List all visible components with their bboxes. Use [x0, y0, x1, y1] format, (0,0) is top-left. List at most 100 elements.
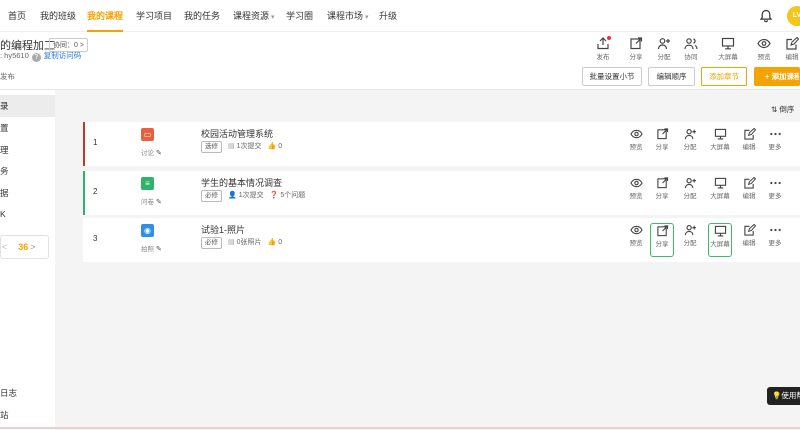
activity-stat-text: 5个问题 — [280, 192, 306, 199]
sidebar-item-site[interactable]: 站 — [0, 404, 55, 426]
add-chapter-button[interactable]: 添加章节 — [701, 67, 747, 86]
nav-my-courses[interactable]: 我的课程 — [87, 0, 124, 32]
row-index: 3 — [93, 234, 98, 243]
activity-stat: ▤ 0张照片 — [228, 239, 262, 246]
requirement-tag: 选修 — [201, 141, 222, 153]
pager-prev-button[interactable]: < — [2, 242, 7, 252]
row-assign-button[interactable]: 分配 — [678, 177, 702, 200]
header-publish-button[interactable]: 发布 — [590, 36, 616, 61]
row-bigscreen-button[interactable]: 大屏幕 — [708, 128, 732, 151]
row-accent-bar — [83, 122, 85, 166]
row-bigscreen-button[interactable]: 大屏幕 — [708, 223, 732, 257]
header-share-button[interactable]: 分享 — [623, 37, 649, 61]
header-tool-label: 协同 — [684, 54, 698, 61]
activity-row[interactable]: 3 ◉ 拍照 ✎ 试验1-照片 必修 ▤ 0张照片 👍 0 预览 分享 分配 大屏幕 编辑 更多 — [83, 218, 800, 262]
pager-next-button[interactable]: > — [30, 242, 35, 252]
sidebar-item-directory[interactable]: 录 — [0, 95, 55, 117]
header-collab-button[interactable]: 协同 — [678, 37, 704, 61]
batch-set-sections-button[interactable]: 批量设置小节 — [582, 67, 642, 86]
row-edit-button[interactable]: 编辑 — [737, 224, 761, 247]
sidebar-item-log[interactable]: 日志 — [0, 382, 55, 404]
nav-my-classes[interactable]: 我的班级 — [40, 0, 76, 32]
row-action-label: 更多 — [768, 144, 782, 151]
share-icon — [656, 177, 668, 189]
row-action-label: 分配 — [683, 193, 697, 200]
pencil-icon[interactable]: ✎ — [156, 198, 162, 206]
row-more-button[interactable]: 更多 — [763, 224, 787, 247]
add-activity-button[interactable]: + 添加课程 — [754, 67, 800, 86]
activity-stat-text: 0 — [278, 239, 283, 246]
row-assign-button[interactable]: 分配 — [678, 128, 702, 151]
activity-stat-text: 0 — [278, 143, 283, 150]
activity-row[interactable]: 2 ≡ 问卷 ✎ 学生的基本情况调查 必修 👤 1次提交 ❓ 5个问题 预览 分享 分配 大屏幕 编辑 更多 — [83, 171, 800, 215]
sidebar-item-data[interactable]: 据 — [0, 182, 55, 204]
nav-my-tasks[interactable]: 我的任务 — [184, 0, 220, 32]
row-action-label: 分配 — [683, 144, 697, 151]
header-bigscreen-button[interactable]: 大屏幕 — [715, 37, 741, 61]
header-preview-button[interactable]: 预览 — [751, 37, 777, 61]
row-index: 2 — [93, 187, 98, 196]
nav-home[interactable]: 首页 — [8, 0, 26, 32]
eye-icon — [629, 129, 643, 139]
activity-type-label: 问卷 — [141, 199, 154, 206]
nav-course-resources[interactable]: 课程资源 ▾ — [233, 0, 275, 32]
row-action-label: 更多 — [768, 193, 782, 200]
activity-meta: 必修 ▤ 0张照片 👍 0 — [201, 237, 288, 249]
header-tool-label: 发布 — [596, 54, 610, 61]
row-action-label: 大屏幕 — [710, 144, 730, 151]
row-share-button[interactable]: 分享 — [650, 223, 674, 257]
row-share-button[interactable]: 分享 — [650, 128, 674, 151]
header-assign-button[interactable]: 分配 — [651, 37, 677, 61]
nav-projects[interactable]: 学习项目 — [136, 0, 172, 32]
requirement-tag: 必修 — [201, 237, 222, 249]
row-action-label: 预览 — [629, 193, 643, 200]
row-edit-button[interactable]: 编辑 — [737, 177, 761, 200]
sidebar-item-settings[interactable]: 置 — [0, 117, 55, 139]
activity-name[interactable]: 试验1-照片 — [201, 223, 245, 236]
screen-icon — [714, 128, 726, 140]
header-tool-label: 编辑 — [785, 54, 799, 61]
row-edit-button[interactable]: 编辑 — [737, 128, 761, 151]
row-assign-button[interactable]: 分配 — [678, 224, 702, 247]
activity-type-label: 拍照 — [141, 246, 154, 253]
row-more-button[interactable]: 更多 — [763, 128, 787, 151]
pencil-icon[interactable]: ✎ — [156, 149, 162, 157]
nav-course-market-label: 课程市场 — [327, 11, 364, 21]
sort-icon: ⇅ — [771, 105, 778, 114]
share-icon — [630, 37, 643, 50]
activity-name[interactable]: 学生的基本情况调查 — [201, 176, 282, 189]
activity-name[interactable]: 校园活动管理系统 — [201, 127, 273, 140]
header-tool-label: 分配 — [657, 54, 671, 61]
publish-status: 发布 — [0, 72, 15, 81]
pencil-icon[interactable]: ✎ — [156, 245, 162, 253]
sidebar-item-tasks[interactable]: 务 — [0, 160, 55, 182]
sort-order-button[interactable]: ⇅ 倒序 — [771, 104, 794, 115]
activity-type-label-wrap: 问卷 ✎ — [141, 196, 162, 206]
help-button[interactable]: 💡使用帮助 — [767, 387, 800, 405]
row-preview-button[interactable]: 预览 — [624, 128, 648, 151]
activity-stat: 👤 1次提交 — [228, 192, 264, 199]
activity-stat-text: 1次提交 — [238, 192, 264, 199]
header-edit-button[interactable]: 编辑 — [779, 37, 800, 61]
row-action-label: 大屏幕 — [710, 241, 730, 248]
nav-upgrade[interactable]: 升级 — [379, 0, 397, 32]
row-preview-button[interactable]: 预览 — [624, 224, 648, 247]
nav-course-market[interactable]: 课程市场 ▾ — [327, 0, 369, 32]
row-share-button[interactable]: 分享 — [650, 177, 674, 200]
row-bigscreen-button[interactable]: 大屏幕 — [708, 177, 732, 200]
activity-row[interactable]: 1 ▭ 讨论 ✎ 校园活动管理系统 选修 ▤ 1次提交 👍 0 预览 分享 分配 大屏幕 编辑 更多 — [83, 122, 800, 166]
sidebar-item-manage[interactable]: 理 — [0, 139, 55, 161]
bell-icon[interactable] — [759, 9, 773, 23]
edit-order-button[interactable]: 编辑顺序 — [648, 67, 695, 86]
row-preview-button[interactable]: 预览 — [624, 177, 648, 200]
sidebar-item-k[interactable]: K — [0, 203, 55, 225]
edit-icon — [743, 224, 756, 236]
help-circle-icon[interactable]: ? — [31, 53, 41, 62]
activity-type-icon: ≡ — [141, 177, 154, 190]
nav-learning-circle[interactable]: 学习圈 — [286, 0, 313, 32]
avatar[interactable]: LV — [787, 6, 800, 26]
row-more-button[interactable]: 更多 — [763, 177, 787, 200]
row-action-label: 编辑 — [742, 240, 756, 247]
row-accent-bar — [83, 218, 85, 262]
copy-invite-link[interactable]: 复制访问码 — [44, 51, 82, 60]
